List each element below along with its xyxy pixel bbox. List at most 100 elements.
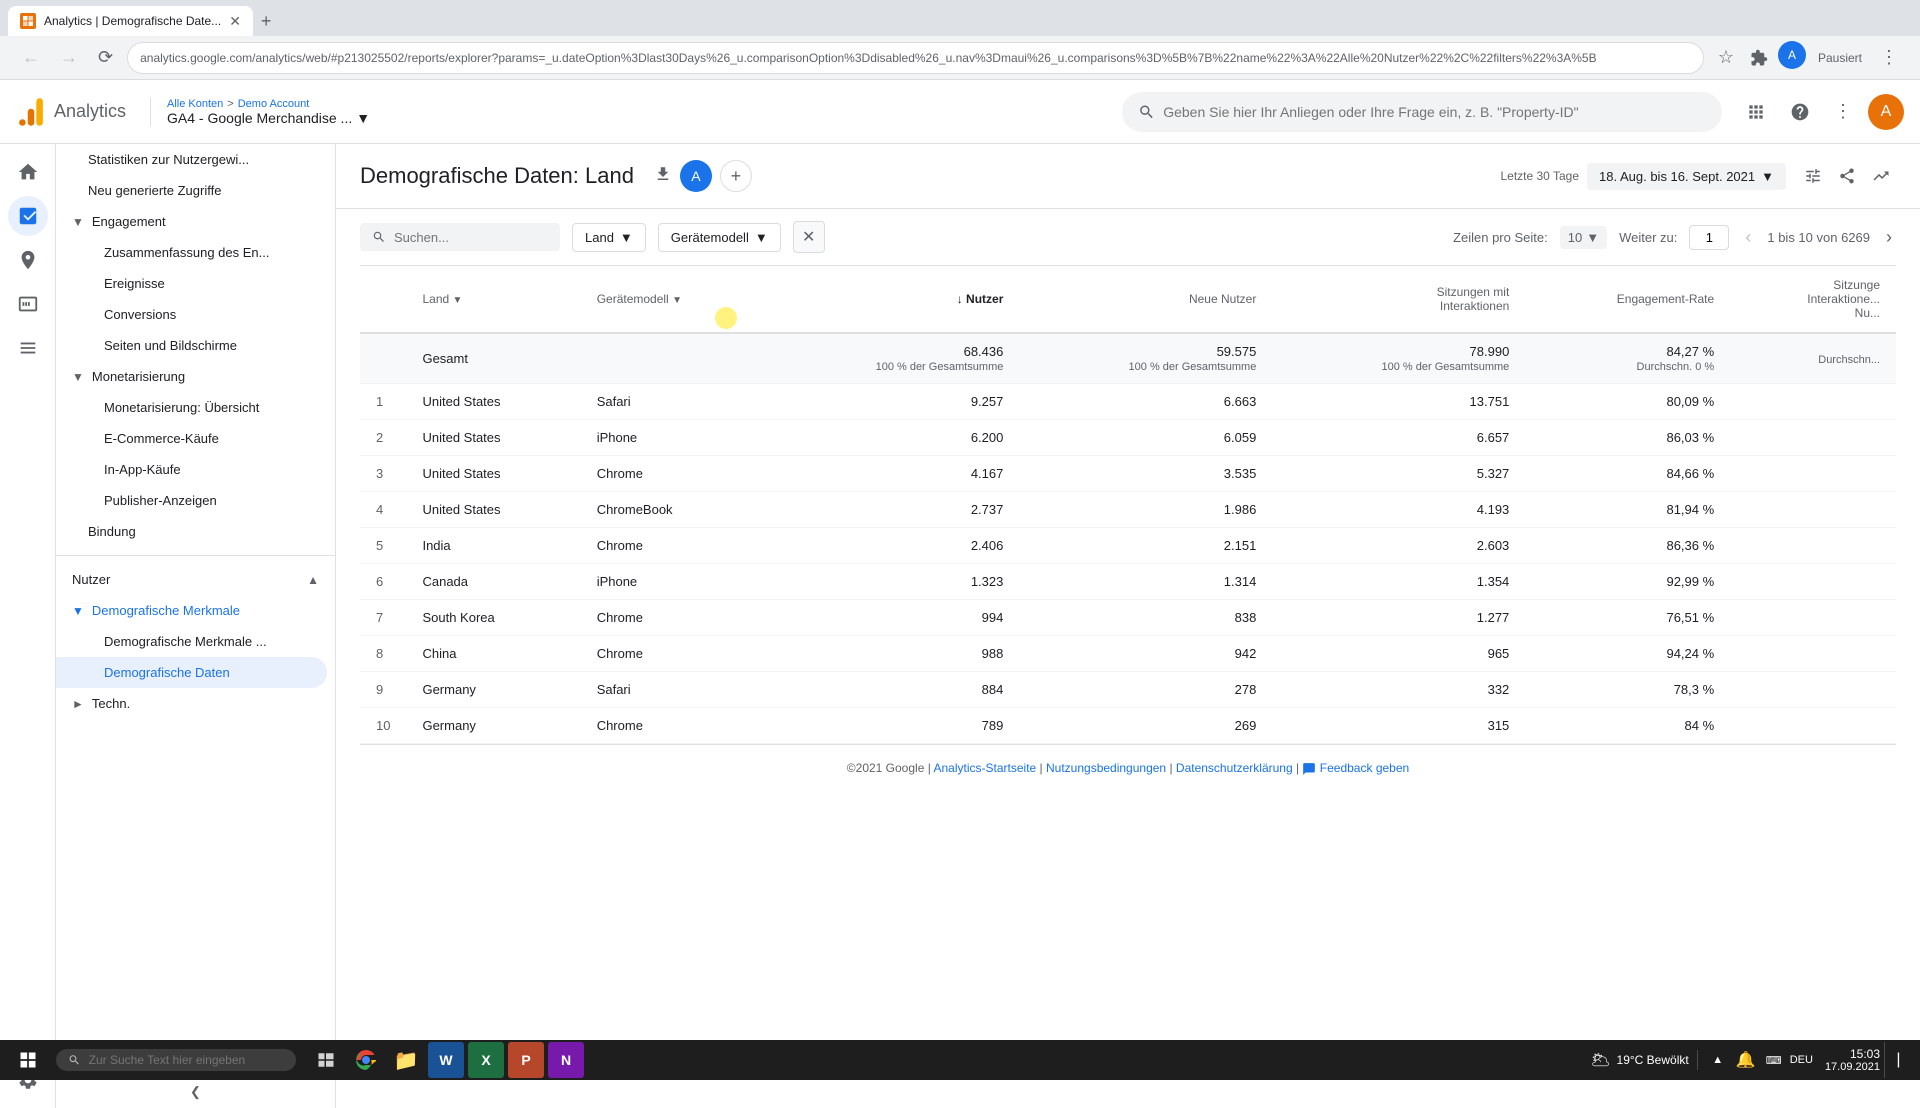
taskbar-app-chrome[interactable]: [348, 1042, 384, 1078]
taskbar-show-desktop-button[interactable]: |: [1884, 1042, 1908, 1078]
nav-icon-explore[interactable]: [8, 240, 48, 280]
account-button[interactable]: A: [1778, 41, 1806, 69]
grid-apps-button[interactable]: [1738, 94, 1774, 130]
col-header-nutzer[interactable]: ↓ Nutzer: [766, 266, 1019, 333]
user-avatar-button[interactable]: A: [1868, 94, 1904, 130]
sidebar-item-zusammenfassung[interactable]: Zusammenfassung des En...: [56, 237, 335, 268]
export-icon[interactable]: [654, 165, 672, 188]
geraet-filter-button[interactable]: Gerätemodell ▼: [658, 223, 781, 252]
table-row[interactable]: 6 Canada iPhone 1.323 1.314 1.354 92,99 …: [360, 564, 1896, 600]
taskbar-notification-icon[interactable]: 🔔: [1734, 1048, 1758, 1072]
ga-logo[interactable]: Analytics: [16, 97, 126, 127]
nav-icon-reports[interactable]: [8, 196, 48, 236]
sidebar-section-monetarisierung[interactable]: ▼ Monetarisierung: [56, 361, 335, 392]
start-button[interactable]: [4, 1042, 52, 1078]
table-search-input[interactable]: [394, 230, 548, 245]
land-filter-button[interactable]: Land ▼: [572, 223, 646, 252]
table-row[interactable]: 9 Germany Safari 884 278 332 78,3 %: [360, 672, 1896, 708]
col-header-neue-nutzer[interactable]: Neue Nutzer: [1019, 266, 1272, 333]
property-selector[interactable]: GA4 - Google Merchandise ... ▼: [167, 110, 370, 126]
col-header-geraet[interactable]: Gerätemodell ▼: [581, 266, 767, 333]
taskbar-app-explorer[interactable]: 📁: [388, 1042, 424, 1078]
report-avatar[interactable]: A: [680, 160, 712, 192]
bookmark-star-button[interactable]: ☆: [1712, 41, 1740, 74]
table-row[interactable]: 3 United States Chrome 4.167 3.535 5.327…: [360, 456, 1896, 492]
page-input[interactable]: [1689, 225, 1729, 250]
extensions-button[interactable]: [1744, 41, 1774, 74]
table-row[interactable]: 4 United States ChromeBook 2.737 1.986 4…: [360, 492, 1896, 528]
taskbar-app-taskview[interactable]: [308, 1042, 344, 1078]
back-button[interactable]: ←: [16, 41, 46, 74]
more-options-button[interactable]: ⋮: [1826, 93, 1860, 130]
taskbar-keyboard-icon[interactable]: ⌨: [1762, 1048, 1786, 1072]
sidebar-item-monetarisierung-overview[interactable]: Monetarisierung: Übersicht: [56, 392, 335, 423]
sidebar-section-demografische[interactable]: ▼ Demografische Merkmale: [56, 595, 335, 626]
comparison-button[interactable]: [1866, 161, 1896, 191]
sidebar-section-engagement[interactable]: ▼ Engagement: [56, 206, 335, 237]
footer-link-startseite[interactable]: Analytics-Startseite: [934, 761, 1037, 775]
close-filter-button[interactable]: ✕: [793, 221, 825, 253]
col-header-sitzungen[interactable]: Sitzungen mitInteraktionen: [1272, 266, 1525, 333]
taskbar-arrow-up-icon[interactable]: ▲: [1706, 1048, 1730, 1072]
sidebar-item-inapp[interactable]: In-App-Käufe: [56, 454, 335, 485]
sidebar-item-ereignisse[interactable]: Ereignisse: [56, 268, 335, 299]
table-row[interactable]: 5 India Chrome 2.406 2.151 2.603 86,36 %: [360, 528, 1896, 564]
search-input[interactable]: [1163, 104, 1706, 120]
prev-page-button[interactable]: ‹: [1741, 223, 1755, 252]
taskbar-app-powerpoint[interactable]: P: [508, 1042, 544, 1078]
taskbar-weather-icon[interactable]: 🌥: [1589, 1048, 1613, 1072]
sidebar-item-bindung[interactable]: Bindung: [56, 516, 335, 547]
table-row[interactable]: 2 United States iPhone 6.200 6.059 6.657…: [360, 420, 1896, 456]
forward-button[interactable]: →: [54, 41, 84, 74]
sidebar-section-nutzer[interactable]: Nutzer ▲: [56, 564, 335, 595]
date-picker-button[interactable]: 18. Aug. bis 16. Sept. 2021 ▼: [1587, 163, 1786, 190]
col-header-land[interactable]: Land ▼: [406, 266, 580, 333]
footer-link-datenschutz[interactable]: Datenschutzerklärung: [1176, 761, 1293, 775]
per-page-selector[interactable]: 10 ▼: [1560, 226, 1607, 249]
active-tab[interactable]: Analytics | Demografische Date... ✕: [8, 6, 253, 36]
sidebar-item-statistiken[interactable]: Statistiken zur Nutzergewi...: [56, 144, 335, 175]
col-header-sitzungen2[interactable]: SitzungeInteraktione...Nu...: [1730, 266, 1896, 333]
taskbar-app-excel[interactable]: X: [468, 1042, 504, 1078]
taskbar-search[interactable]: [56, 1049, 296, 1071]
share-button[interactable]: [1832, 161, 1862, 191]
sidebar-item-conversions[interactable]: Conversions: [56, 299, 335, 330]
taskbar-app-word[interactable]: W: [428, 1042, 464, 1078]
taskbar-search-input[interactable]: [89, 1053, 284, 1067]
refresh-button[interactable]: ⟳: [92, 41, 119, 74]
menu-button[interactable]: ⋮: [1874, 41, 1904, 74]
sidebar-item-ecommerce[interactable]: E-Commerce-Käufe: [56, 423, 335, 454]
table-row[interactable]: 7 South Korea Chrome 994 838 1.277 76,51…: [360, 600, 1896, 636]
table-row[interactable]: 10 Germany Chrome 789 269 315 84 %: [360, 708, 1896, 744]
sidebar-item-demografische-merkmale[interactable]: Demografische Merkmale ...: [56, 626, 335, 657]
sidebar-item-conversions-label: Conversions: [104, 307, 176, 322]
nav-icon-advertising[interactable]: [8, 284, 48, 324]
next-page-button[interactable]: ›: [1882, 223, 1896, 252]
sidebar-item-publisher[interactable]: Publisher-Anzeigen: [56, 485, 335, 516]
row-sitzungen: 4.193: [1272, 492, 1525, 528]
taskbar-app-onenote[interactable]: N: [548, 1042, 584, 1078]
tab-close-button[interactable]: ✕: [229, 13, 241, 30]
sidebar-item-neu-generierte[interactable]: Neu generierte Zugriffe: [56, 175, 335, 206]
customize-report-button[interactable]: [1798, 161, 1828, 191]
help-button[interactable]: [1782, 94, 1818, 130]
nav-icon-configure[interactable]: [8, 328, 48, 368]
table-row[interactable]: 8 China Chrome 988 942 965 94,24 %: [360, 636, 1896, 672]
footer-link-nutzungsbedingungen[interactable]: Nutzungsbedingungen: [1046, 761, 1166, 775]
sidebar-item-seiten[interactable]: Seiten und Bildschirme: [56, 330, 335, 361]
pause-button[interactable]: Pausiert: [1810, 41, 1870, 74]
col-header-engagement[interactable]: Engagement-Rate: [1525, 266, 1730, 333]
table-row[interactable]: 1 United States Safari 9.257 6.663 13.75…: [360, 384, 1896, 420]
sidebar-collapse-button[interactable]: ❮: [56, 1076, 335, 1108]
table-search-wrapper[interactable]: [360, 223, 560, 251]
footer-link-feedback[interactable]: Feedback geben: [1320, 761, 1409, 775]
sidebar-item-demografische-daten[interactable]: Demografische Daten: [56, 657, 327, 688]
nav-icon-home[interactable]: [8, 152, 48, 192]
new-tab-button[interactable]: +: [257, 7, 276, 36]
add-comparison-button[interactable]: +: [720, 160, 752, 192]
address-bar[interactable]: analytics.google.com/analytics/web/#p213…: [127, 42, 1704, 74]
breadcrumb-account[interactable]: Demo Account: [238, 98, 310, 110]
sidebar-section-techn[interactable]: ► Techn.: [56, 688, 335, 719]
breadcrumb-all[interactable]: Alle Konten: [167, 98, 223, 110]
search-bar[interactable]: [1122, 92, 1722, 132]
